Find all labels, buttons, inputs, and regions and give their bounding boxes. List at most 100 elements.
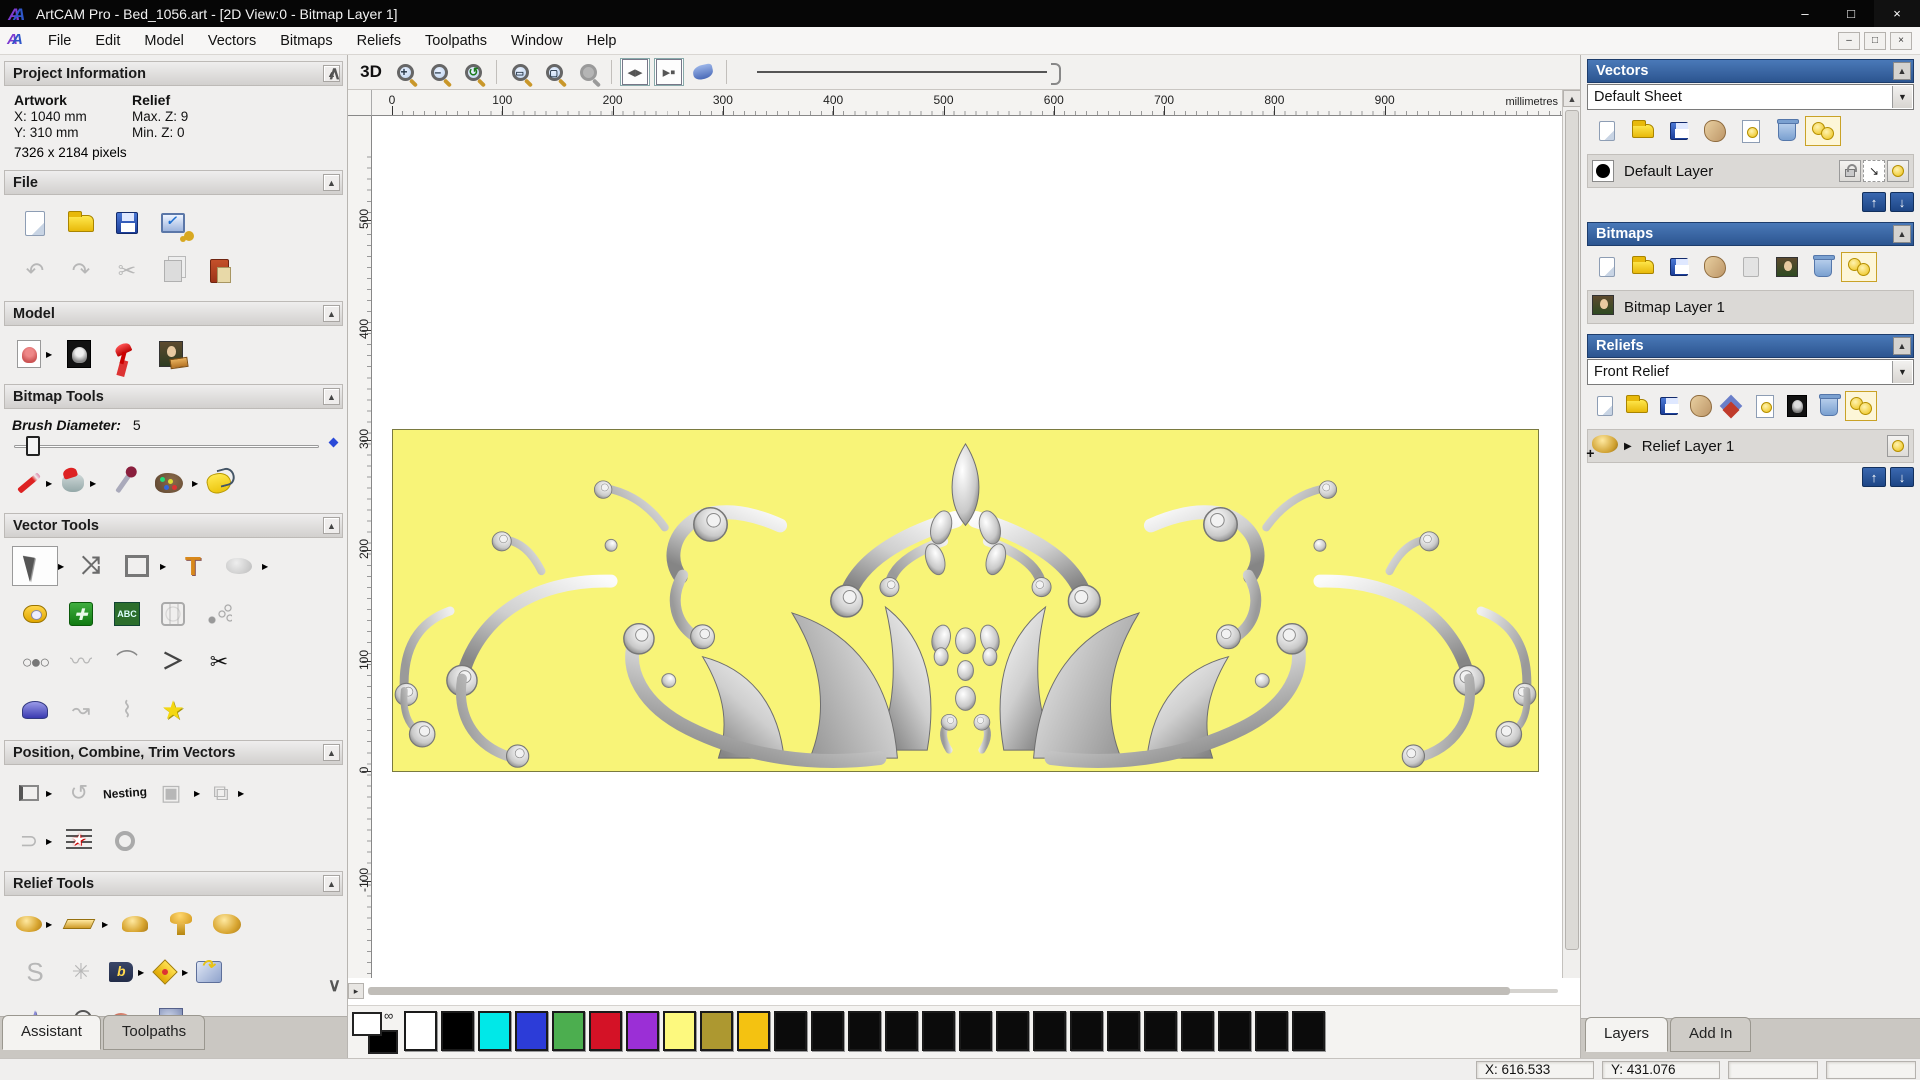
open-vector-layer-icon[interactable] — [1625, 116, 1661, 146]
minimize-button[interactable]: – — [1782, 0, 1828, 27]
move-layer-up-icon[interactable]: ↑ — [1862, 467, 1886, 487]
trim-to-intersection-icon[interactable]: ⊃ — [12, 821, 46, 861]
copy-icon[interactable] — [150, 251, 196, 291]
bitmap-layer-name[interactable]: Bitmap Layer 1 — [1624, 299, 1909, 316]
delete-relief-layer-icon[interactable] — [1813, 391, 1845, 421]
collapse-icon[interactable]: ▲ — [323, 744, 340, 761]
paste-along-curve-icon[interactable] — [196, 594, 242, 634]
create-rectangle-icon[interactable] — [114, 546, 160, 586]
create-freehand-icon[interactable]: 〰 — [58, 642, 104, 682]
tab-assistant[interactable]: Assistant — [2, 1015, 101, 1050]
greyscale-preview-icon[interactable] — [1781, 391, 1813, 421]
sculpting-icon[interactable]: S — [12, 952, 58, 992]
section-position-combine-trim[interactable]: Position, Combine, Trim Vectors ▲ — [4, 740, 343, 765]
menu-file[interactable]: File — [36, 30, 83, 52]
collapse-icon[interactable]: ▲ — [1893, 225, 1911, 243]
colour-swatch-13[interactable] — [885, 1011, 918, 1051]
open-bitmap-layer-icon[interactable] — [1625, 252, 1661, 282]
new-relief-layer-icon[interactable] — [1589, 391, 1621, 421]
dropdown-arrow-icon[interactable]: ▼ — [1892, 86, 1912, 108]
load-texture-icon[interactable] — [148, 334, 194, 374]
tab-toolpaths[interactable]: Toolpaths — [102, 1015, 206, 1050]
expander-icon[interactable]: ▶ — [1624, 441, 1632, 452]
collapse-icon[interactable]: ▲ — [323, 174, 340, 191]
vector-layer-name[interactable]: Default Layer — [1624, 163, 1837, 180]
close-button[interactable]: × — [1874, 0, 1920, 27]
colour-swatch-1[interactable] — [441, 1011, 474, 1051]
zoom-selected-icon[interactable] — [573, 58, 603, 86]
colour-swatch-6[interactable] — [626, 1011, 659, 1051]
view-3d-button[interactable]: 3D — [356, 58, 386, 86]
menu-model[interactable]: Model — [132, 30, 196, 52]
panel-scroll-down-icon[interactable]: ∨ — [328, 975, 341, 996]
menu-reliefs[interactable]: Reliefs — [345, 30, 413, 52]
flyout-arrow-icon[interactable]: ▶ — [192, 463, 202, 503]
menu-vectors[interactable]: Vectors — [196, 30, 268, 52]
child-close-button[interactable]: × — [1890, 31, 1912, 50]
collapse-icon[interactable]: ▲ — [323, 305, 340, 322]
new-bitmap-layer-icon[interactable] — [1589, 252, 1625, 282]
layer-visibility-icon[interactable] — [1887, 160, 1909, 182]
bitmaps-header[interactable]: Bitmaps ▲ — [1587, 222, 1914, 246]
flyout-arrow-icon[interactable]: ▶ — [194, 773, 204, 813]
combine-reliefs-icon[interactable] — [1717, 391, 1749, 421]
brush-diameter-slider[interactable] — [8, 435, 339, 457]
merge-bitmap-layers-icon[interactable] — [1697, 252, 1733, 282]
save-model-icon[interactable] — [104, 203, 150, 243]
flyout-arrow-icon[interactable]: ▶ — [46, 904, 56, 944]
collapse-icon[interactable]: ▲ — [323, 388, 340, 405]
colour-swatch-0[interactable] — [404, 1011, 437, 1051]
colour-swatch-19[interactable] — [1107, 1011, 1140, 1051]
nesting-icon[interactable]: Nes ting — [102, 773, 148, 813]
colour-swatch-15[interactable] — [959, 1011, 992, 1051]
edit-palette-icon[interactable] — [146, 463, 192, 503]
toggle-all-visibility-icon[interactable] — [1805, 116, 1841, 146]
snap-page-right-icon[interactable]: ▸▪ — [654, 58, 684, 86]
colour-swatch-7[interactable] — [663, 1011, 696, 1051]
save-vector-layer-icon[interactable] — [1661, 116, 1697, 146]
toggle-visibility-icon[interactable] — [1749, 391, 1781, 421]
greyscale-from-model-icon[interactable] — [56, 334, 102, 374]
colour-swatch-24[interactable] — [1292, 1011, 1325, 1051]
measure-icon[interactable] — [12, 594, 58, 634]
colour-swatch-20[interactable] — [1144, 1011, 1177, 1051]
line-width-slider[interactable] — [757, 63, 1061, 85]
wrap-text-round-curve-icon[interactable]: ↺ — [56, 773, 102, 813]
vector-texture-icon[interactable] — [56, 821, 102, 861]
model-properties-icon[interactable] — [150, 203, 196, 243]
block-copy-rotate-icon[interactable] — [58, 594, 104, 634]
lock-layer-icon[interactable] — [1839, 160, 1861, 182]
colour-swatch-4[interactable] — [552, 1011, 585, 1051]
section-file[interactable]: File ▲ — [4, 170, 343, 195]
smooth-relief-icon[interactable] — [112, 904, 158, 944]
merge-vector-layers-icon[interactable] — [1697, 116, 1733, 146]
lighting-icon[interactable] — [102, 334, 148, 374]
colour-swatch-17[interactable] — [1033, 1011, 1066, 1051]
reliefs-header[interactable]: Reliefs ▲ — [1587, 334, 1914, 358]
create-star-icon[interactable]: ★ — [150, 690, 196, 730]
weave-wizard-icon[interactable]: ✳ — [58, 952, 104, 992]
primary-secondary-colour[interactable]: ∞ — [352, 1008, 398, 1054]
zoom-drawing-icon[interactable]: ▢ — [539, 58, 569, 86]
collapse-icon[interactable]: ▲ — [1893, 337, 1911, 355]
move-layer-down-icon[interactable]: ↓ — [1890, 467, 1914, 487]
flyout-arrow-icon[interactable]: ▶ — [238, 773, 248, 813]
collapse-icon[interactable]: ▲ — [323, 875, 340, 892]
flyout-arrow-icon[interactable]: ▶ — [102, 904, 112, 944]
slider-track[interactable] — [14, 445, 319, 448]
flood-fill-icon[interactable] — [56, 463, 90, 503]
set-model-size-icon[interactable] — [12, 334, 46, 374]
colour-swatch-11[interactable] — [811, 1011, 844, 1051]
scroll-up-icon[interactable]: ▲ — [1563, 90, 1581, 107]
section-project-information[interactable]: Project Information ▲ — [4, 61, 343, 86]
delete-bitmap-layer-icon[interactable] — [1805, 252, 1841, 282]
flyout-arrow-icon[interactable]: ▶ — [160, 546, 170, 586]
create-polyline-icon[interactable]: ＞ — [150, 642, 196, 682]
section-bitmap-tools[interactable]: Bitmap Tools ▲ — [4, 384, 343, 409]
colour-swatch-21[interactable] — [1181, 1011, 1214, 1051]
shape-editor-icon[interactable] — [148, 952, 182, 992]
calculate-relief-icon[interactable] — [12, 904, 46, 944]
vertical-scrollbar[interactable]: ▲ — [1562, 90, 1581, 978]
preview-bitmap-icon[interactable] — [1769, 252, 1805, 282]
model-artwork[interactable] — [392, 429, 1539, 772]
